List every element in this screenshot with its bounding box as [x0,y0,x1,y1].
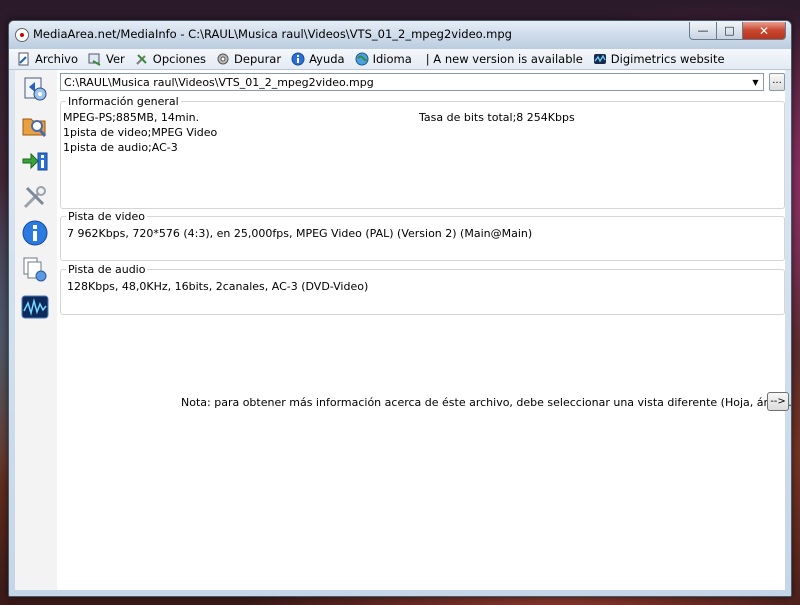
files-icon [23,257,47,282]
menu-opciones[interactable]: Opciones [135,52,206,66]
video-track-details-text: 7 962Kbps, 720*576 (4:3), en 25,000fps, … [67,227,533,240]
sidebar-open-folder-button[interactable] [20,110,50,140]
browse-button[interactable]: ... [769,73,785,91]
info-icon [291,52,305,66]
app-icon[interactable] [15,28,29,42]
gear-icon [216,52,230,66]
sidebar-digimetrics-button[interactable] [20,292,50,322]
new-version-link[interactable]: | A new version is available [426,52,583,66]
maximize-button[interactable]: □ [716,22,743,40]
file-wrench-icon [17,52,31,66]
sidebar-open-file-button[interactable] [20,74,50,104]
general-format-text: MPEG-PS;885MB, 14min. [63,111,200,124]
file-path-value: C:\RAUL\Musica raul\Videos\VTS_01_2_mpeg… [64,76,374,89]
sidebar-preferences-button[interactable] [20,182,50,212]
sidebar-export-button[interactable] [20,146,50,176]
info-content-panel: C:\RAUL\Musica raul\Videos\VTS_01_2_mpeg… [57,70,791,590]
tools-icon [23,186,46,209]
menu-ayuda[interactable]: Ayuda [291,52,345,66]
window-title: MediaArea.net/MediaInfo - C:\RAUL\Musica… [33,27,512,41]
client-area: C:\RAUL\Musica raul\Videos\VTS_01_2_mpeg… [15,70,791,590]
waveform-icon [21,295,49,319]
menu-archivo[interactable]: Archivo [17,52,78,66]
menu-depurar[interactable]: Depurar [216,52,281,66]
about-info-icon [22,220,48,246]
digimetrics-label: Digimetrics website [610,52,725,66]
menu-idioma[interactable]: Idioma [355,52,412,66]
digimetrics-icon [593,52,607,66]
view-sidebar [15,70,55,590]
new-version-label: | A new version is available [425,52,583,66]
chevron-down-icon[interactable]: ▼ [748,74,763,90]
menu-bar: Archivo Ver Opciones Depurar Ayuda Idiom… [9,49,791,70]
digimetrics-link[interactable]: Digimetrics website [593,52,725,66]
open-file-icon [24,77,47,101]
audio-track-group: Pista de audio 128Kbps, 48,0KHz, 16bits,… [60,263,785,315]
globe-icon [355,52,369,66]
video-track-title: Pista de video [66,210,148,223]
general-info-group: Información general MPEG-PS;885MB, 14min… [60,95,785,209]
general-bitrate-text: Tasa de bits total;8 254Kbps [419,111,575,124]
audio-track-title: Pista de audio [66,263,148,276]
options-icon [135,52,149,66]
audio-track-details-text: 128Kbps, 48,0KHz, 16bits, 2canales, AC-3… [67,280,369,293]
mediainfo-window: MediaArea.net/MediaInfo - C:\RAUL\Musica… [8,20,792,597]
menu-ayuda-label: Ayuda [309,52,345,66]
general-video-summary-text: 1pista de video;MPEG Video [63,126,218,139]
general-info-title: Información general [66,95,181,108]
menu-depurar-label: Depurar [234,52,282,66]
sidebar-about-button[interactable] [20,218,50,248]
next-view-button[interactable]: --> [767,392,789,411]
general-audio-summary-text: 1pista de audio;AC-3 [63,141,178,154]
view-note-text: Nota: para obtener más información acerc… [181,396,792,409]
file-selector-dropdown[interactable]: C:\RAUL\Musica raul\Videos\VTS_01_2_mpeg… [60,73,764,91]
menu-opciones-label: Opciones [152,52,207,66]
title-bar[interactable]: MediaArea.net/MediaInfo - C:\RAUL\Musica… [9,21,791,49]
export-info-icon [22,152,48,171]
menu-ver-label: Ver [106,52,125,66]
menu-archivo-label: Archivo [35,52,78,66]
menu-idioma-label: Idioma [372,52,412,66]
video-track-group: Pista de video 7 962Kbps, 720*576 (4:3),… [60,210,785,261]
menu-ver[interactable]: Ver [88,52,125,66]
desktop-background: MediaArea.net/MediaInfo - C:\RAUL\Musica… [0,0,800,605]
minimize-button[interactable]: — [689,22,717,40]
sidebar-close-all-button[interactable] [20,254,50,284]
open-folder-icon [22,118,47,137]
view-icon [88,52,102,66]
close-button[interactable]: ✕ [742,22,786,40]
